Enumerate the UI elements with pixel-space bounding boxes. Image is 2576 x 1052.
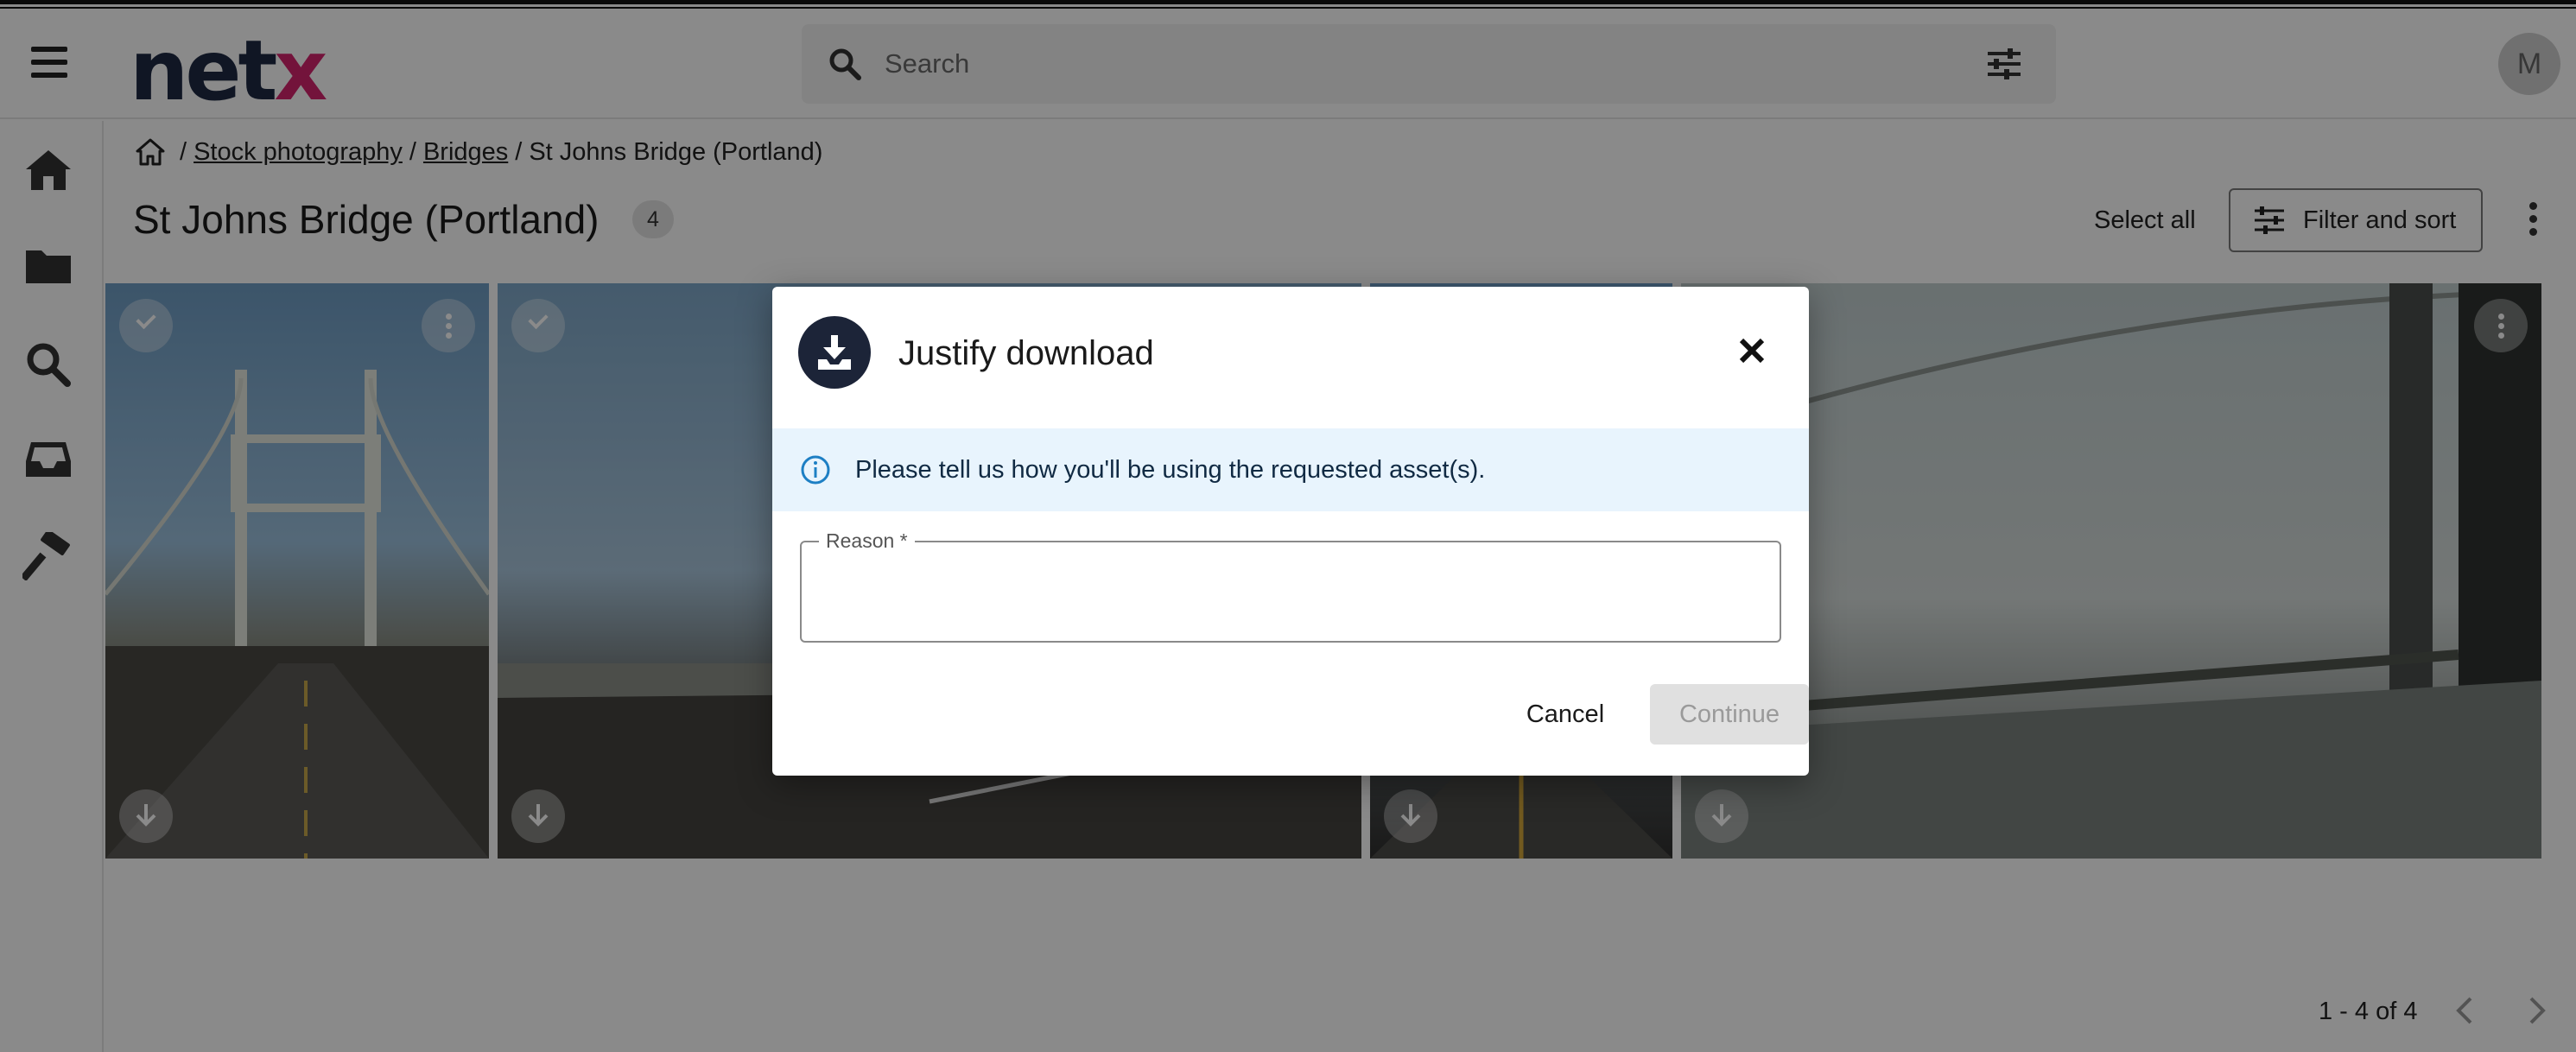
justify-download-dialog: Justify download Please tell us how you'… — [772, 287, 1809, 776]
dialog-title: Justify download — [898, 334, 1154, 372]
info-message: Please tell us how you'll be using the r… — [855, 456, 1486, 484]
download-icon — [798, 316, 871, 389]
continue-button[interactable]: Continue — [1650, 684, 1809, 745]
close-icon[interactable] — [1736, 335, 1767, 366]
info-icon — [801, 455, 830, 485]
reason-label: Reason * — [819, 529, 915, 553]
reason-input[interactable] — [819, 572, 1761, 615]
cancel-button[interactable]: Cancel — [1496, 684, 1634, 745]
info-alert: Please tell us how you'll be using the r… — [772, 428, 1809, 511]
reason-field[interactable]: Reason * — [800, 529, 1781, 643]
